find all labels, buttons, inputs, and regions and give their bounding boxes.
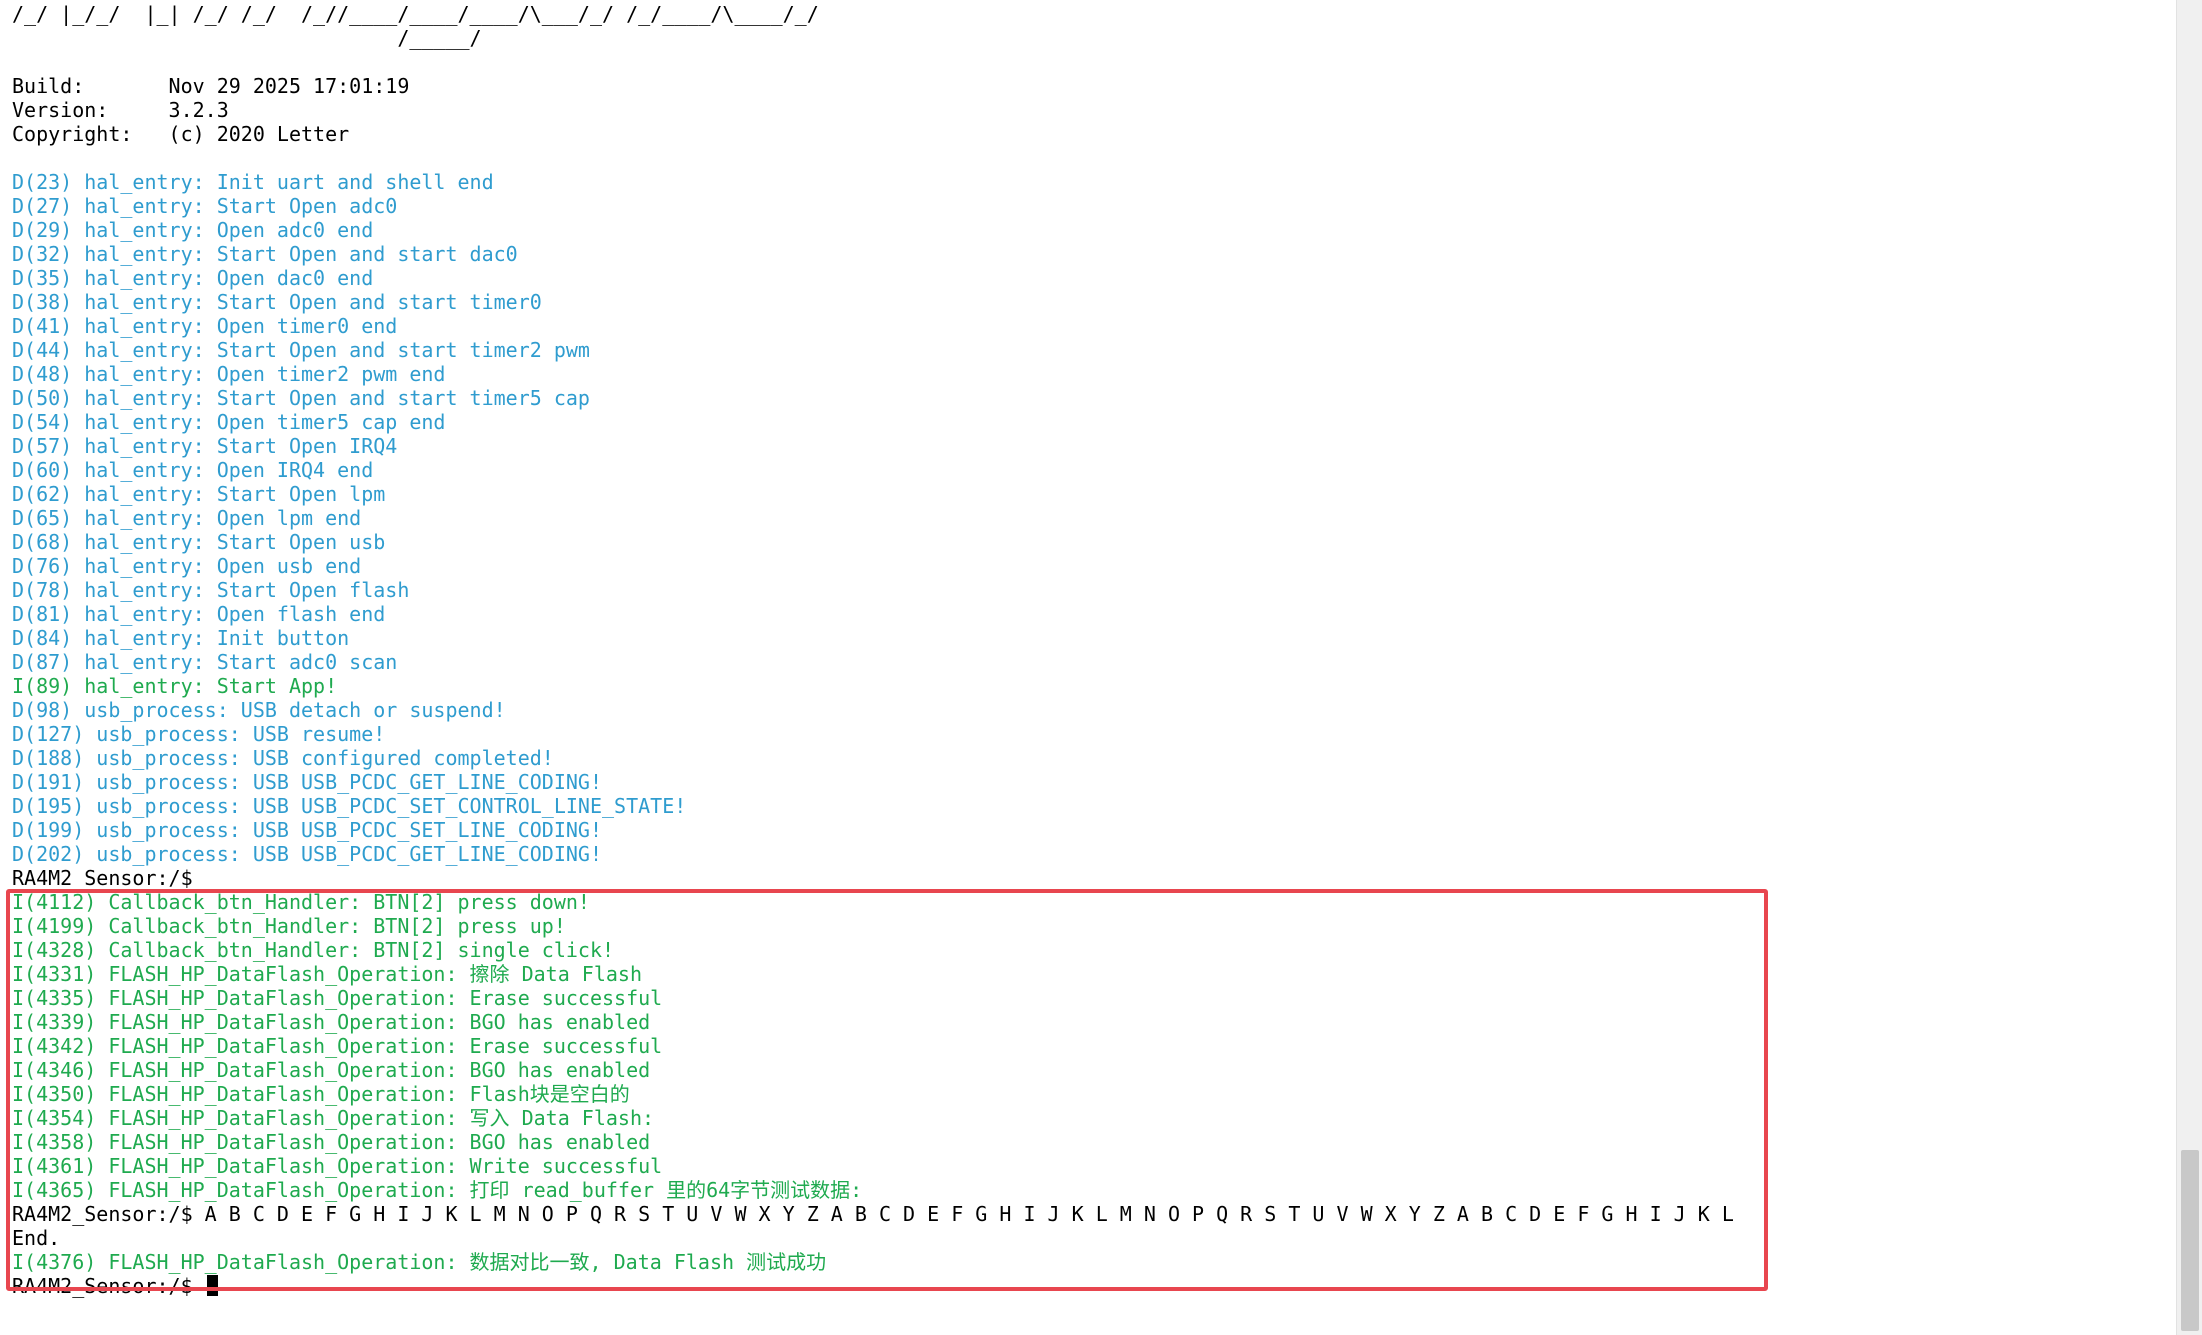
- terminal-line: Build: Nov 29 2025 17:01:19: [12, 74, 410, 98]
- terminal-line: D(41) hal_entry: Open timer0 end: [12, 314, 398, 338]
- terminal-line: I(4342) FLASH_HP_DataFlash_Operation: Er…: [12, 1034, 663, 1058]
- terminal-line: D(98) usb_process: USB detach or suspend…: [12, 698, 506, 722]
- terminal-line: D(57) hal_entry: Start Open IRQ4: [12, 434, 398, 458]
- terminal-line: /_/ |_/_/ |_| /_/ /_/ /_//____/____/____…: [12, 2, 819, 26]
- terminal-line: Version: 3.2.3: [12, 98, 229, 122]
- terminal-line: D(32) hal_entry: Start Open and start da…: [12, 242, 518, 266]
- vertical-scrollbar[interactable]: [2176, 0, 2202, 1335]
- terminal-line: Copyright: (c) 2020 Letter: [12, 122, 350, 146]
- terminal-window[interactable]: /_/ |_/_/ |_| /_/ /_/ /_//____/____/____…: [0, 0, 2176, 1335]
- terminal-line: I(4335) FLASH_HP_DataFlash_Operation: Er…: [12, 986, 663, 1010]
- text-cursor: [206, 1275, 218, 1296]
- terminal-line: D(199) usb_process: USB USB_PCDC_SET_LIN…: [12, 818, 603, 842]
- terminal-line: D(127) usb_process: USB resume!: [12, 722, 386, 746]
- terminal-prompt-line[interactable]: RA4M2_Sensor:/$: [12, 1274, 1734, 1298]
- terminal-line: RA4M2_Sensor:/$ A B C D E F G H I J K L …: [12, 1202, 1734, 1226]
- terminal-line: /_____/: [12, 26, 482, 50]
- terminal-line: D(35) hal_entry: Open dac0 end: [12, 266, 374, 290]
- terminal-line: D(65) hal_entry: Open lpm end: [12, 506, 362, 530]
- terminal-line: D(50) hal_entry: Start Open and start ti…: [12, 386, 590, 410]
- terminal-line: I(4112) Callback_btn_Handler: BTN[2] pre…: [12, 890, 590, 914]
- terminal-line: I(4361) FLASH_HP_DataFlash_Operation: Wr…: [12, 1154, 663, 1178]
- terminal-line: D(68) hal_entry: Start Open usb: [12, 530, 386, 554]
- shell-prompt: RA4M2_Sensor:/$: [12, 1274, 193, 1298]
- terminal-line: I(4376) FLASH_HP_DataFlash_Operation: 数据…: [12, 1250, 827, 1274]
- terminal-line: D(48) hal_entry: Open timer2 pwm end: [12, 362, 446, 386]
- scrollbar-thumb[interactable]: [2181, 1150, 2199, 1331]
- terminal-line: RA4M2_Sensor:/$: [12, 866, 193, 890]
- terminal-line: I(4339) FLASH_HP_DataFlash_Operation: BG…: [12, 1010, 651, 1034]
- terminal-line: I(4199) Callback_btn_Handler: BTN[2] pre…: [12, 914, 566, 938]
- terminal-line: I(4365) FLASH_HP_DataFlash_Operation: 打印…: [12, 1178, 863, 1202]
- terminal-line: D(84) hal_entry: Init button: [12, 626, 350, 650]
- terminal-line: I(4358) FLASH_HP_DataFlash_Operation: BG…: [12, 1130, 651, 1154]
- terminal-line: D(44) hal_entry: Start Open and start ti…: [12, 338, 590, 362]
- terminal-line: I(4350) FLASH_HP_DataFlash_Operation: Fl…: [12, 1082, 630, 1106]
- terminal-line: D(54) hal_entry: Open timer5 cap end: [12, 410, 446, 434]
- terminal-line: I(4346) FLASH_HP_DataFlash_Operation: BG…: [12, 1058, 651, 1082]
- terminal-line: D(188) usb_process: USB configured compl…: [12, 746, 554, 770]
- terminal-line: D(29) hal_entry: Open adc0 end: [12, 218, 374, 242]
- terminal-line: I(4328) Callback_btn_Handler: BTN[2] sin…: [12, 938, 615, 962]
- terminal-line: D(191) usb_process: USB USB_PCDC_GET_LIN…: [12, 770, 603, 794]
- terminal-line: D(78) hal_entry: Start Open flash: [12, 578, 410, 602]
- terminal-line: D(76) hal_entry: Open usb end: [12, 554, 362, 578]
- terminal-output: /_/ |_/_/ |_| /_/ /_/ /_//____/____/____…: [12, 2, 1734, 1298]
- terminal-line: D(62) hal_entry: Start Open lpm: [12, 482, 386, 506]
- terminal-line: End.: [12, 1226, 61, 1250]
- terminal-line: D(81) hal_entry: Open flash end: [12, 602, 386, 626]
- terminal-line: D(23) hal_entry: Init uart and shell end: [12, 170, 494, 194]
- terminal-line: I(4331) FLASH_HP_DataFlash_Operation: 擦除…: [12, 962, 643, 986]
- terminal-line: D(27) hal_entry: Start Open adc0: [12, 194, 398, 218]
- terminal-line: D(38) hal_entry: Start Open and start ti…: [12, 290, 542, 314]
- terminal-line: D(60) hal_entry: Open IRQ4 end: [12, 458, 374, 482]
- terminal-line: I(4354) FLASH_HP_DataFlash_Operation: 写入…: [12, 1106, 655, 1130]
- terminal-line: D(87) hal_entry: Start adc0 scan: [12, 650, 398, 674]
- terminal-line: D(195) usb_process: USB USB_PCDC_SET_CON…: [12, 794, 687, 818]
- terminal-line: D(202) usb_process: USB USB_PCDC_GET_LIN…: [12, 842, 603, 866]
- terminal-line: I(89) hal_entry: Start App!: [12, 674, 338, 698]
